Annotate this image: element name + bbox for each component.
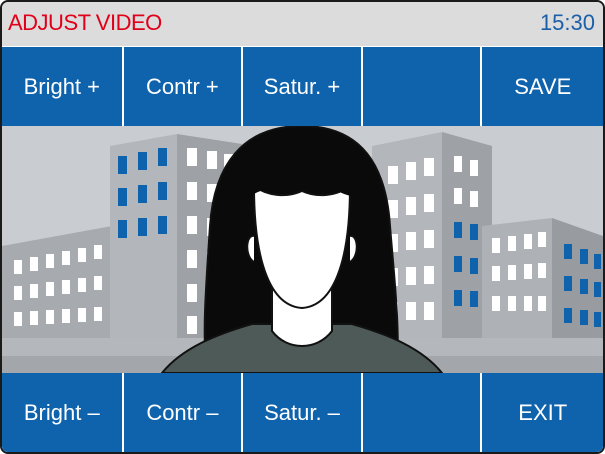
clock-time: 15:30: [539, 10, 595, 35]
blank-button-top[interactable]: [362, 47, 481, 126]
top-button-row: Bright + Contr + Satur. + SAVE: [2, 47, 603, 126]
video-preview: [2, 126, 603, 373]
brightness-increase-button[interactable]: Bright +: [2, 47, 122, 126]
screen-title: ADJUST VIDEO: [8, 10, 162, 35]
saturation-decrease-button[interactable]: Satur. –: [243, 373, 361, 452]
save-button[interactable]: SAVE: [482, 47, 603, 126]
exit-button[interactable]: EXIT: [482, 373, 603, 452]
title-bar: ADJUST VIDEO 15:30: [2, 2, 603, 48]
contrast-increase-button[interactable]: Contr +: [123, 47, 242, 126]
saturation-increase-button[interactable]: Satur. +: [243, 47, 361, 126]
blank-button-bottom[interactable]: [362, 373, 481, 452]
building-right: [482, 218, 603, 338]
contrast-decrease-button[interactable]: Contr –: [123, 373, 242, 452]
video-panel-frame: ADJUST VIDEO 15:30 Bright + Contr + Satu…: [0, 0, 605, 454]
brightness-decrease-button[interactable]: Bright –: [2, 373, 122, 452]
video-preview-image: [2, 126, 603, 373]
bottom-button-row: Bright – Contr – Satur. – EXIT: [2, 373, 603, 452]
